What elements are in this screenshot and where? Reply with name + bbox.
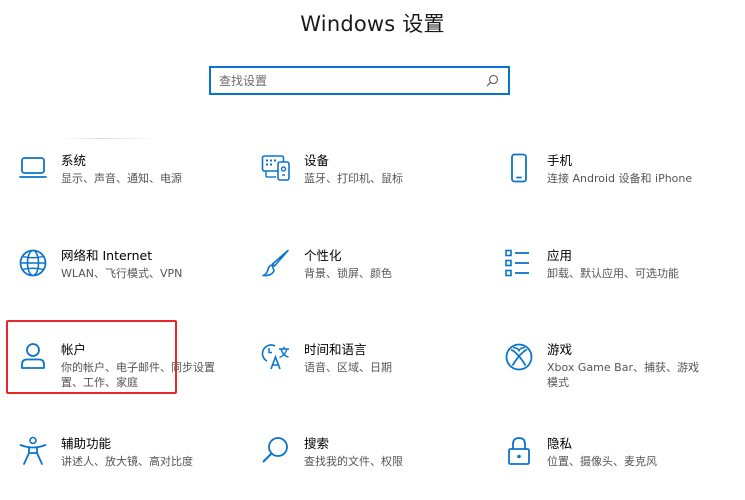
xbox-icon [503,342,535,376]
search-icon [260,436,292,470]
tile-name: 手机 [547,153,573,168]
tile-devices[interactable]: 设备 蓝牙、打印机、鼠标 [260,153,485,223]
app-list-icon [503,248,535,282]
tile-name: 辅助功能 [61,436,112,451]
time-language-icon [260,342,292,376]
tile-phone[interactable]: 手机 连接 Android 设备和 iPhone [503,153,728,223]
lock-icon [503,436,535,470]
highlight-box [6,320,177,394]
tile-desc: 语音、区域、日期 [304,361,392,374]
page-title: Windows 设置 [300,12,445,36]
tile-desc: 背景、锁屏、颜色 [304,267,392,280]
brush-icon [260,248,292,282]
laptop-icon [17,153,49,187]
tile-name: 应用 [547,248,573,263]
tile-desc: 卸载、默认应用、可选功能 [547,267,679,280]
tile-name: 系统 [61,153,87,168]
tile-name: 设备 [304,153,330,168]
tile-desc: 位置、摄像头、麦克风 [547,455,657,468]
tile-name: 搜索 [304,436,330,451]
tile-name: 隐私 [547,436,573,451]
tile-desc: 显示、声音、通知、电源 [61,172,182,185]
tile-name: 个性化 [304,248,342,263]
tile-gaming[interactable]: 游戏 Xbox Game Bar、捕获、游戏 模式 [503,342,728,412]
phone-icon [503,153,535,187]
tile-personalization[interactable]: 个性化 背景、锁屏、颜色 [260,248,485,318]
tile-desc: 讲述人、放大镜、高对比度 [61,455,193,468]
tile-privacy[interactable]: 隐私 位置、摄像头、麦克风 [503,436,728,500]
globe-icon [17,248,49,282]
tile-search[interactable]: 搜索 查找我的文件、权限 [260,436,485,500]
search-icon[interactable] [482,71,502,91]
tile-desc: WLAN、飞行模式、VPN [61,267,183,280]
keyboard-printer-icon [260,153,292,187]
tile-desc-continued: 模式 [547,376,569,389]
tile-desc: 蓝牙、打印机、鼠标 [304,172,403,185]
tile-desc: Xbox Game Bar、捕获、游戏 [547,361,699,374]
tile-name: 网络和 Internet [61,248,153,263]
search-input[interactable] [211,68,482,93]
accessibility-icon [17,436,49,470]
search-box[interactable] [209,66,510,95]
tile-desc: 查找我的文件、权限 [304,455,403,468]
tile-desc: 连接 Android 设备和 iPhone [547,172,693,185]
tile-name: 游戏 [547,342,573,357]
tile-time-language[interactable]: 时间和语言 语音、区域、日期 [260,342,485,412]
tile-accessibility[interactable]: 辅助功能 讲述人、放大镜、高对比度 [17,436,242,500]
tile-network[interactable]: 网络和 Internet WLAN、飞行模式、VPN [17,248,242,318]
divider [62,138,160,139]
tile-system[interactable]: 系统 显示、声音、通知、电源 [17,153,242,223]
tile-name: 时间和语言 [304,342,367,357]
tile-apps[interactable]: 应用 卸载、默认应用、可选功能 [503,248,728,318]
